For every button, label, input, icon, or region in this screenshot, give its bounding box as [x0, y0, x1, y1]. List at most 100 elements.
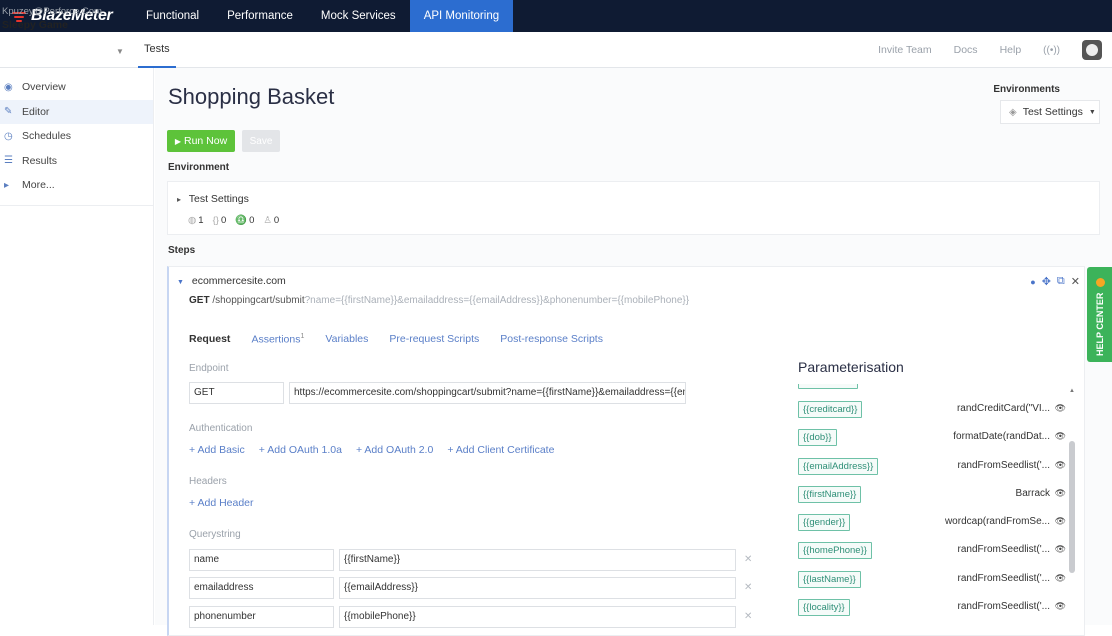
remove-icon[interactable]: ✕ [744, 554, 752, 565]
add-basic-link[interactable]: + Add Basic [189, 444, 245, 456]
eye-icon[interactable]: 👁 [1055, 573, 1066, 584]
tab-pre-request-scripts[interactable]: Pre-request Scripts [389, 333, 479, 346]
run-now-button[interactable]: ▶ Run Now [167, 130, 235, 152]
avatar[interactable] [1082, 40, 1102, 60]
scroll-up-icon[interactable]: ▲ [1069, 388, 1075, 394]
param-row: {{creditcard}} randCreditCard("VI... 👁 [798, 401, 1066, 419]
broadcast-icon[interactable]: ((•)) [1043, 45, 1060, 56]
stat-user: ♙ 0 [263, 215, 280, 226]
param-chip[interactable]: {{homePhone}} [798, 542, 872, 559]
status-dot-icon[interactable]: ● [1030, 277, 1035, 287]
add-client-certificate-link[interactable]: + Add Client Certificate [447, 444, 554, 456]
caret-right-icon: ▸ [177, 195, 182, 204]
sidebar-item-more[interactable]: ▸ More... [0, 173, 153, 198]
tab-api-monitoring[interactable]: API Monitoring [409, 0, 514, 32]
header-links: + Add Header [189, 497, 268, 509]
eye-icon[interactable]: 👁 [1055, 601, 1066, 612]
eye-icon[interactable]: 👁 [1055, 403, 1066, 414]
move-icon[interactable]: ✥ [1042, 275, 1051, 288]
layers-icon: ◈ [1009, 106, 1017, 118]
environment-name: Test Settings [188, 193, 249, 205]
param-function: formatDate(randDat... [953, 431, 1050, 442]
tab-variables[interactable]: Variables [325, 333, 368, 346]
param-chip[interactable]: {{lastName}} [798, 571, 861, 588]
tab-post-response-scripts[interactable]: Post-response Scripts [500, 333, 603, 346]
step-actions: ● ✥ ⧉ ✕ [1024, 275, 1080, 288]
environment-toggle[interactable]: ▸ Test Settings [177, 193, 249, 205]
stat-bell: ♎ 0 [235, 215, 255, 226]
invite-team-link[interactable]: Invite Team [878, 44, 932, 56]
sidebar: ◉ Overview ✎ Editor ◷ Schedules ☰ Result… [0, 68, 154, 625]
environment-stats: ◍ 1 {} 0 ♎ 0 ♙ 0 [188, 215, 288, 226]
stat-globe: ◍ 1 [188, 215, 204, 226]
remove-icon[interactable]: ✕ [744, 582, 752, 593]
save-button[interactable]: Save [242, 130, 280, 152]
eye-slash-icon[interactable]: 👁 [1055, 488, 1066, 499]
environment-select[interactable]: ◈ Test Settings ▼ [1000, 100, 1100, 124]
help-link[interactable]: Help [1000, 44, 1022, 56]
eye-icon[interactable]: 👁 [1055, 431, 1066, 442]
top-nav: Functional Performance Mock Services API… [132, 0, 514, 32]
param-chip[interactable]: {{dob}} [798, 429, 837, 446]
chevron-down-icon[interactable]: ▼ [116, 47, 124, 56]
tab-assertions[interactable]: Assertions1 [251, 333, 304, 346]
main-content: Shopping Basket Environments ◈ Test Sett… [155, 68, 1112, 636]
param-row: {{locality}} randFromSeedlist('... 👁 [798, 599, 1066, 617]
endpoint-url-input[interactable]: https://ecommercesite.com/shoppingcart/s… [289, 382, 686, 404]
remove-icon[interactable]: ✕ [744, 611, 752, 622]
param-chip[interactable]: {{locality}} [798, 599, 850, 616]
tab-request[interactable]: Request [189, 333, 230, 346]
eye-icon[interactable]: 👁 [1055, 544, 1066, 555]
caret-down-icon: ▼ [177, 279, 184, 286]
steps-section-label: Steps [168, 245, 196, 256]
param-row: {{lastName}} randFromSeedlist('... 👁 [798, 571, 1066, 589]
parameterisation-list: {{creditcard}} randCreditCard("VI... 👁 {… [798, 384, 1078, 624]
bell-icon: ♎ [235, 215, 248, 226]
query-key-input[interactable]: emailaddress [189, 577, 334, 599]
scrollbar-thumb[interactable] [1069, 441, 1075, 573]
sidebar-item-label: More... [22, 179, 55, 192]
user-icon [1086, 44, 1098, 56]
list-icon: ☰ [4, 155, 13, 167]
environment-section-label: Environment [168, 162, 230, 173]
step-host: ecommercesite.com [191, 275, 286, 287]
tab-performance[interactable]: Performance [213, 0, 307, 32]
account-email: Kpuzey@Perforce.Com [2, 6, 102, 17]
sidebar-item-overview[interactable]: ◉ Overview [0, 75, 153, 100]
sidebar-item-label: Schedules [22, 130, 72, 143]
request-tabs: Request Assertions1 Variables Pre-reques… [189, 333, 624, 346]
param-chip[interactable]: {{creditcard}} [798, 401, 863, 418]
sidebar-item-editor[interactable]: ✎ Editor [0, 99, 153, 124]
tab-mock-services[interactable]: Mock Services [307, 0, 410, 32]
sidebar-item-results[interactable]: ☰ Results [0, 149, 153, 174]
add-oauth2-link[interactable]: + Add OAuth 2.0 [356, 444, 433, 456]
param-chip[interactable]: {{firstName}} [798, 486, 862, 503]
step-url: GET /shoppingcart/submit?name={{firstNam… [189, 295, 689, 306]
param-row: {{dob}} formatDate(randDat... 👁 [798, 429, 1066, 447]
param-chip-partial[interactable] [798, 384, 858, 389]
account-switcher[interactable]: Kpuzey@Perforce.Com Sleepy Game [2, 6, 126, 31]
step-toggle[interactable]: ▼ ecommercesite.com [177, 275, 286, 287]
tab-tests[interactable]: Tests [138, 32, 176, 68]
query-key-input[interactable]: name [189, 549, 334, 571]
user-icon: ♙ [263, 215, 272, 226]
docs-link[interactable]: Docs [954, 44, 978, 56]
eye-icon[interactable]: 👁 [1055, 516, 1066, 527]
method-select[interactable]: GET [189, 382, 284, 404]
add-header-link[interactable]: + Add Header [189, 497, 254, 509]
query-value-input[interactable]: {{firstName}} [339, 549, 736, 571]
param-chip[interactable]: {{gender}} [798, 514, 851, 531]
tab-functional[interactable]: Functional [132, 0, 213, 32]
add-oauth1-link[interactable]: + Add OAuth 1.0a [259, 444, 342, 456]
duplicate-icon[interactable]: ⧉ [1057, 275, 1065, 288]
sidebar-item-schedules[interactable]: ◷ Schedules [0, 124, 153, 149]
tab-assertions-label: Assertions [251, 333, 301, 346]
eye-icon[interactable]: 👁 [1055, 460, 1066, 471]
query-value-input[interactable]: {{emailAddress}} [339, 577, 736, 599]
sidebar-item-label: Editor [22, 105, 50, 118]
sub-bar-links: Invite Team Docs Help ((•)) [878, 32, 1112, 68]
environment-panel: ▸ Test Settings ◍ 1 {} 0 ♎ 0 ♙ 0 [167, 181, 1100, 235]
close-icon[interactable]: ✕ [1071, 275, 1080, 288]
stat-braces: {} 0 [212, 215, 227, 226]
param-chip[interactable]: {{emailAddress}} [798, 458, 879, 475]
